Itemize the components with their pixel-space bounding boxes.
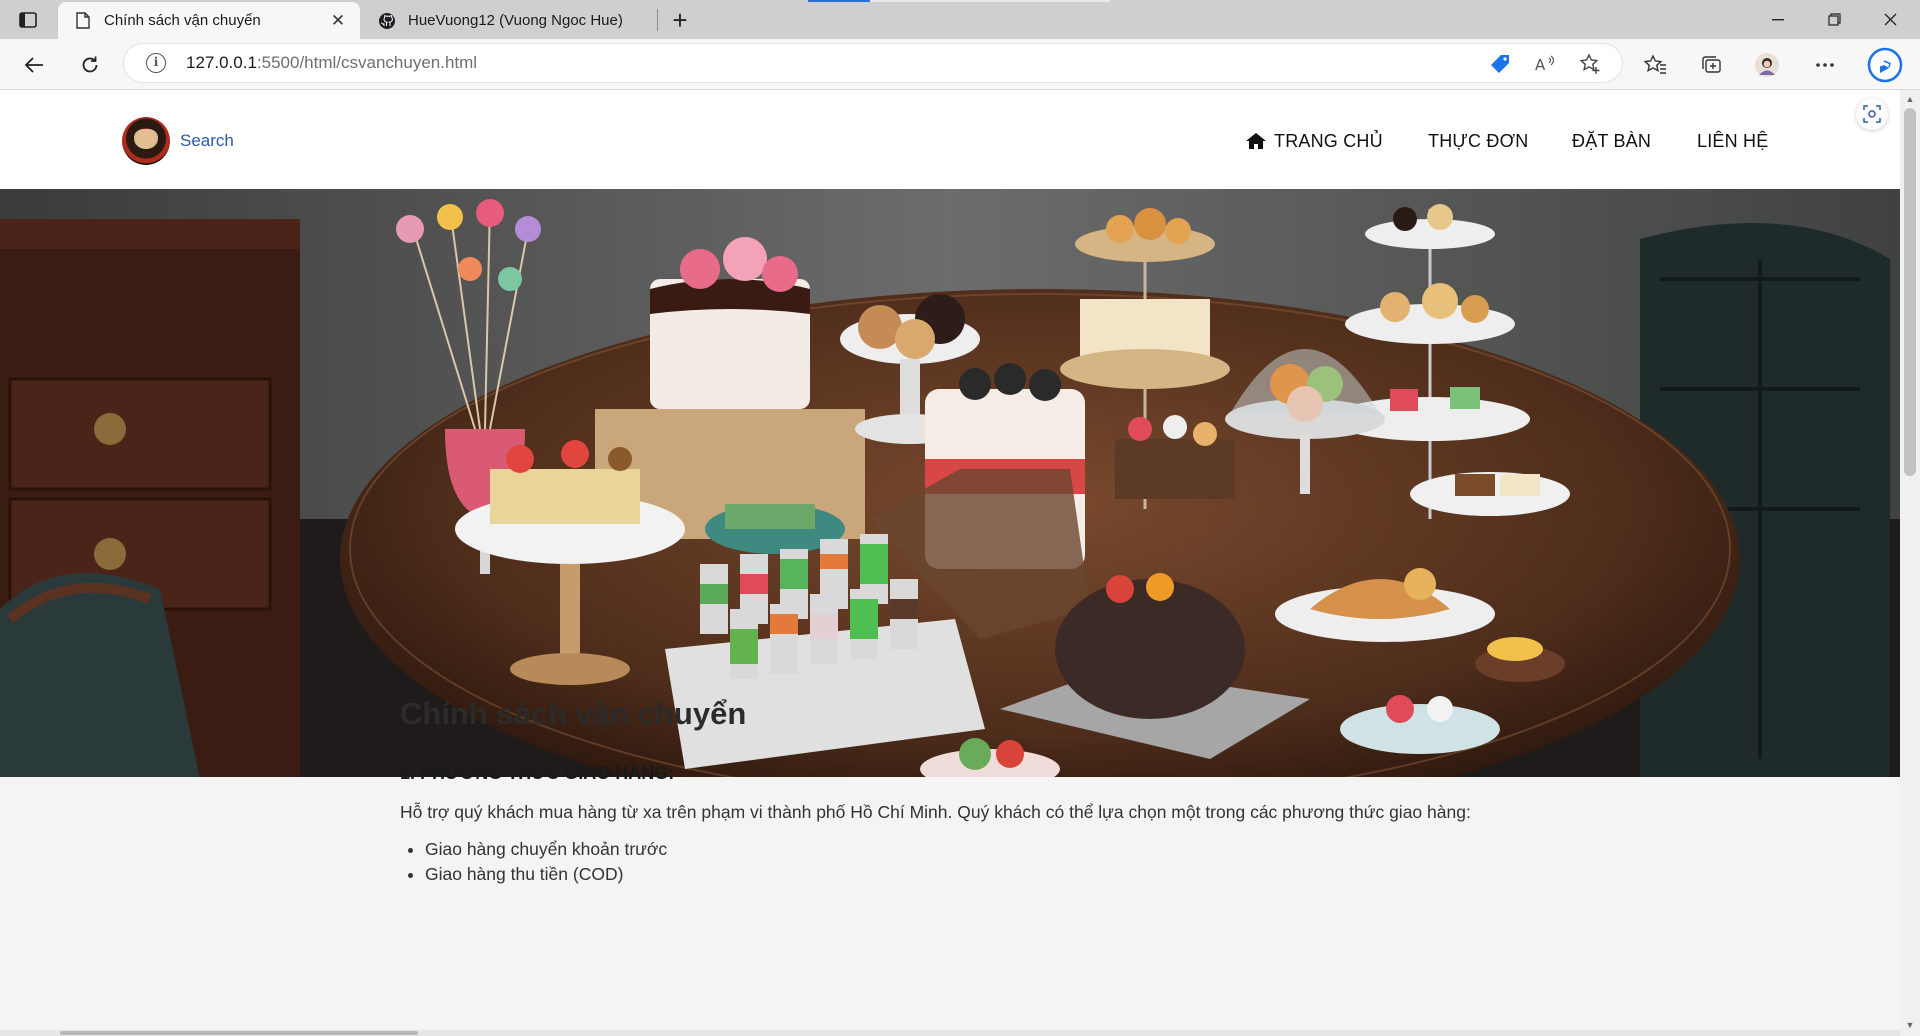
new-tab-button[interactable]: + [666, 5, 694, 35]
tab-github[interactable]: HueVuong12 (Vuong Ngoc Hue) [362, 2, 656, 39]
scroll-down-arrow[interactable]: ▼ [1904, 1020, 1916, 1030]
tab-title: HueVuong12 (Vuong Ngoc Hue) [408, 12, 623, 29]
list-item: Giao hàng chuyển khoản trước [400, 837, 667, 862]
svg-text:A: A [1535, 56, 1546, 73]
horizontal-scrollbar[interactable] [0, 1030, 1900, 1036]
refresh-button[interactable] [74, 49, 106, 81]
screenshot-capture-icon[interactable] [1856, 98, 1888, 130]
hero-banner-image [0, 189, 1900, 777]
tab-separator [657, 9, 658, 31]
loading-indicator [808, 0, 870, 2]
profile-avatar[interactable] [1752, 50, 1782, 80]
nav-booking[interactable]: ĐẶT BÀN [1572, 131, 1651, 152]
read-aloud-icon[interactable]: A [1534, 52, 1558, 76]
bing-copilot-icon[interactable] [1866, 46, 1904, 84]
back-button[interactable] [18, 49, 50, 81]
shopping-tag-icon[interactable] [1488, 52, 1512, 76]
nav-menu[interactable]: THỰC ĐƠN [1428, 131, 1528, 152]
tab-strip-shadow [870, 0, 1110, 2]
delivery-methods-list: Giao hàng chuyển khoản trước Giao hàng t… [400, 837, 667, 887]
tab-title: Chính sách vận chuyển [104, 12, 261, 29]
site-header: Search TRANG CHỦ THỰC ĐƠN ĐẶT BÀN LIÊN H… [0, 90, 1900, 189]
horizontal-scrollbar-thumb[interactable] [60, 1031, 418, 1035]
close-tab-icon[interactable]: ✕ [324, 11, 352, 31]
vertical-scrollbar[interactable]: ▲ ▼ [1900, 90, 1920, 1036]
address-bar[interactable]: i 127.0.0.1:5500/html/csvanchuyen.html A [124, 44, 1622, 82]
restaurant-logo[interactable] [122, 117, 170, 165]
add-favorite-icon[interactable] [1578, 52, 1602, 76]
close-window-button[interactable] [1862, 0, 1918, 39]
tab-active[interactable]: Chính sách vận chuyển ✕ [58, 2, 360, 39]
search-link[interactable]: Search [180, 131, 234, 151]
list-item: Giao hàng thu tiền (COD) [400, 862, 667, 887]
page-icon [68, 12, 98, 29]
page-title: Chính sách vận chuyển [400, 696, 747, 731]
web-page: Search TRANG CHỦ THỰC ĐƠN ĐẶT BÀN LIÊN H… [0, 90, 1900, 1036]
restore-button[interactable] [1806, 0, 1862, 39]
nav-home[interactable]: TRANG CHỦ [1274, 131, 1383, 152]
favorites-icon[interactable] [1640, 50, 1670, 80]
minimize-button[interactable] [1750, 0, 1806, 39]
home-icon[interactable] [1245, 132, 1267, 155]
url-host: 127.0.0.1 [186, 53, 257, 72]
url-path: :5500/html/csvanchuyen.html [256, 53, 478, 72]
site-info-icon[interactable]: i [146, 53, 166, 73]
collections-icon[interactable] [1696, 50, 1726, 80]
url-text[interactable]: 127.0.0.1:5500/html/csvanchuyen.html [186, 53, 477, 73]
address-bar-row: i 127.0.0.1:5500/html/csvanchuyen.html A [0, 39, 1920, 90]
scroll-up-arrow[interactable]: ▲ [1904, 94, 1916, 104]
scrollbar-thumb[interactable] [1904, 108, 1916, 476]
github-icon [372, 12, 402, 30]
nav-contact[interactable]: LIÊN HỆ [1697, 131, 1768, 152]
tab-actions-icon[interactable] [16, 9, 40, 31]
more-options-icon[interactable] [1810, 50, 1840, 80]
section-heading: 1. PHƯƠNG THỨC GIAO HÀNG: [400, 763, 675, 783]
section-paragraph: Hỗ trợ quý khách mua hàng từ xa trên phạ… [400, 802, 1471, 822]
browser-tab-bar: Chính sách vận chuyển ✕ HueVuong12 (Vuon… [0, 0, 1920, 39]
